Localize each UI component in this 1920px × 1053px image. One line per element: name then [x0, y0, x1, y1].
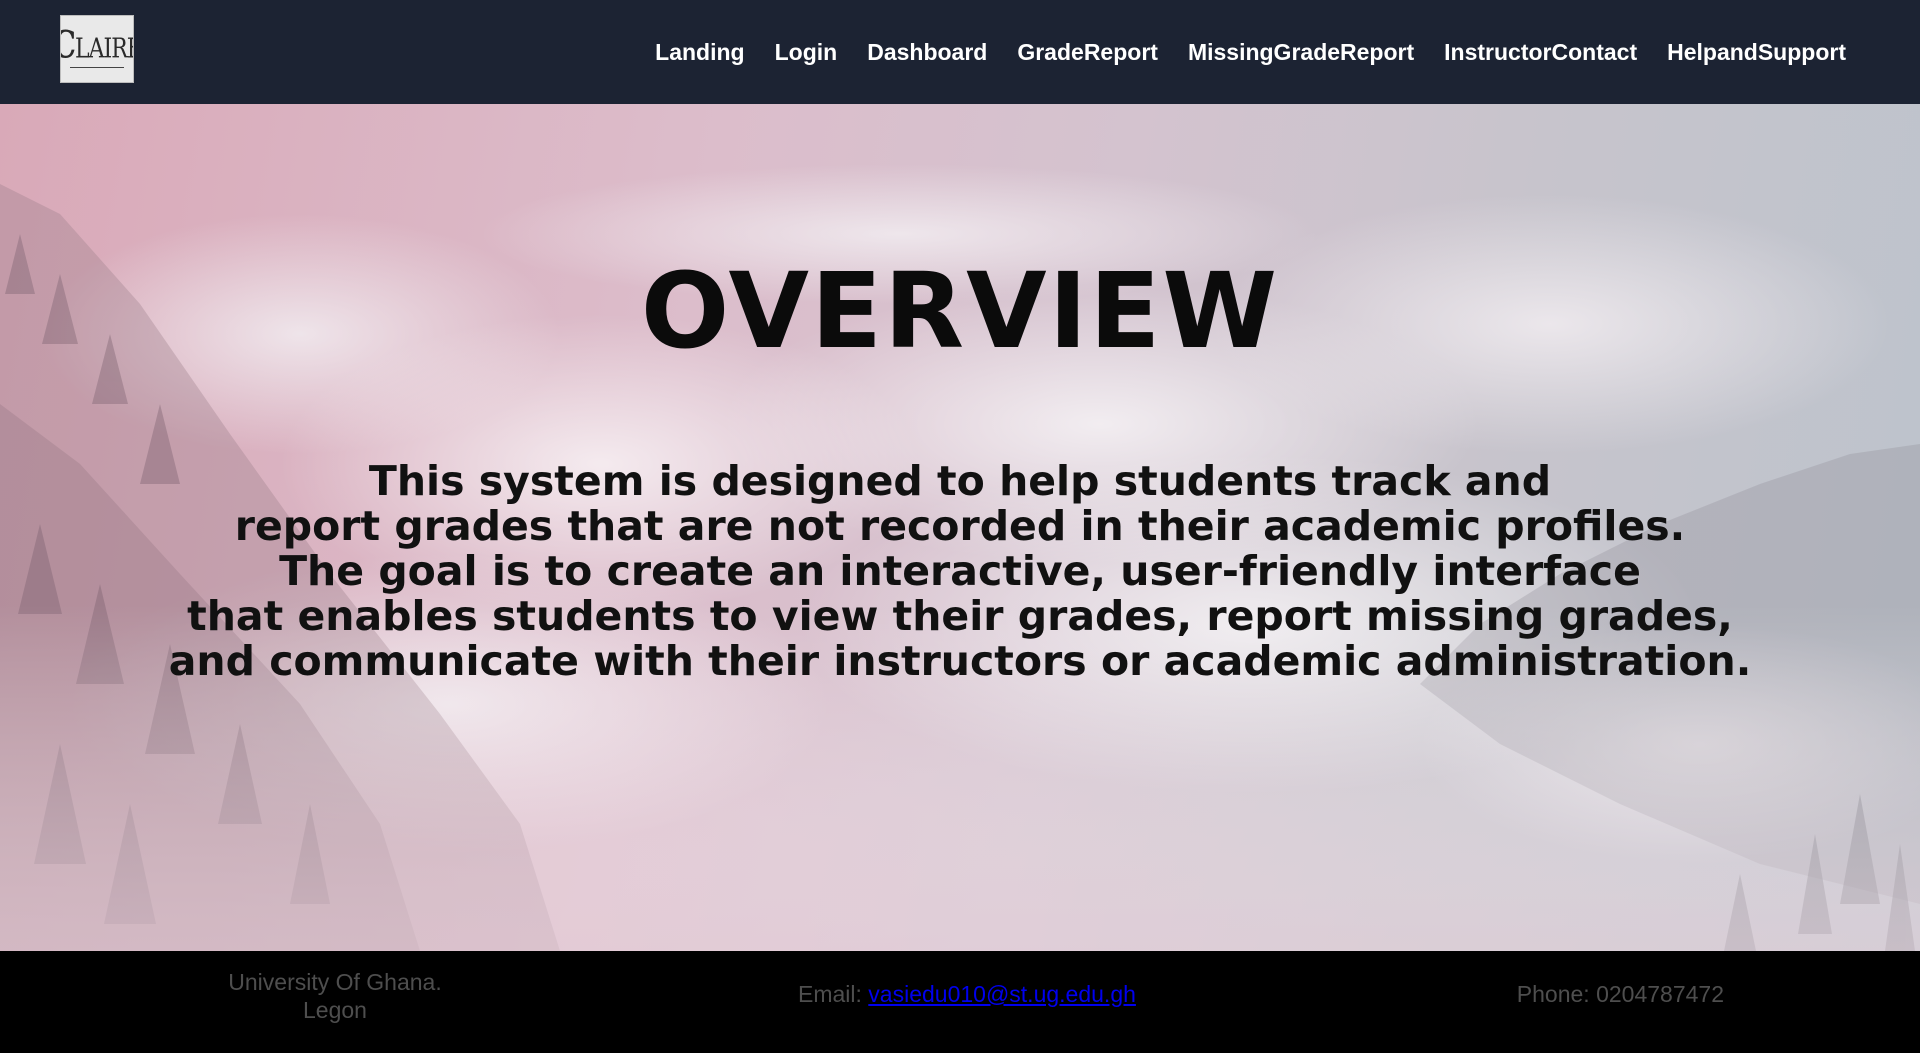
- nav-link-grade-report[interactable]: GradeReport: [1017, 39, 1158, 66]
- address-line-1: University Of Ghana.: [228, 969, 442, 995]
- nav-link-help-and-support[interactable]: HelpandSupport: [1667, 39, 1846, 66]
- footer-address: University Of Ghana. Legon: [200, 968, 470, 1024]
- hero-section: OVERVIEW This system is designed to help…: [0, 104, 1920, 951]
- navbar: CLAIRE Landing Login Dashboard GradeRepo…: [0, 0, 1920, 104]
- footer-email: Email: vasiedu010@st.ug.edu.gh: [798, 981, 1136, 1008]
- logo-mark: C: [61, 23, 76, 67]
- page-title: OVERVIEW: [640, 250, 1280, 372]
- logo-underline: [70, 66, 124, 68]
- logo-text: LAIRE: [75, 33, 133, 65]
- description-line: report grades that are not recorded in t…: [234, 502, 1686, 550]
- description-line: and communicate with their instructors o…: [168, 637, 1752, 685]
- claire-logo[interactable]: CLAIRE: [60, 15, 134, 83]
- nav-link-landing[interactable]: Landing: [655, 39, 744, 66]
- address-line-2: Legon: [303, 997, 367, 1023]
- nav-link-instructor-contact[interactable]: InstructorContact: [1444, 39, 1637, 66]
- description-line: The goal is to create an interactive, us…: [279, 547, 1641, 595]
- footer-phone: Phone: 0204787472: [1516, 981, 1724, 1007]
- email-label: Email:: [798, 981, 869, 1007]
- main-nav: Landing Login Dashboard GradeReport Miss…: [655, 0, 1846, 104]
- nav-link-dashboard[interactable]: Dashboard: [867, 39, 987, 66]
- footer: University Of Ghana. Legon Email: vasied…: [0, 951, 1920, 1053]
- nav-link-missing-grade-report[interactable]: MissingGradeReport: [1188, 39, 1414, 66]
- description-line: that enables students to view their grad…: [187, 592, 1733, 640]
- overview-description: This system is designed to help students…: [0, 459, 1920, 684]
- email-link[interactable]: vasiedu010@st.ug.edu.gh: [868, 981, 1136, 1007]
- description-line: This system is designed to help students…: [368, 457, 1552, 505]
- logo-wordmark: CLAIRE: [61, 26, 133, 65]
- nav-link-login[interactable]: Login: [775, 39, 838, 66]
